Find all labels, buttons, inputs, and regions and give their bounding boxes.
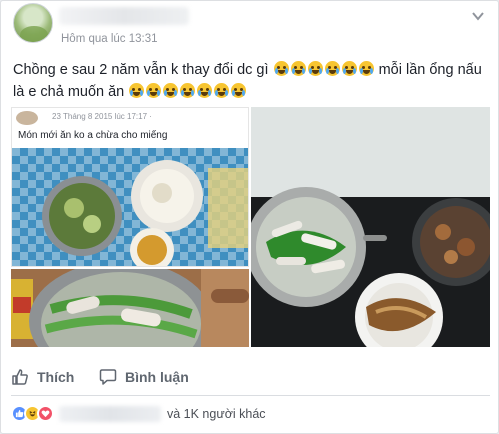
- crying-face-icon: [341, 61, 357, 76]
- crying-face-icon: [324, 61, 340, 76]
- post-text: Chồng e sau 2 năm vẫn k thay đổi dc gì m…: [13, 59, 483, 103]
- post-text-line1-suffix: mỗi lần ổng nấu: [378, 62, 482, 78]
- post-text-line1: Chồng e sau 2 năm vẫn k thay đổi dc gì: [13, 62, 269, 78]
- crying-face-icon: [197, 83, 213, 98]
- divider: [11, 395, 490, 396]
- thumbs-up-icon: [12, 369, 28, 385]
- food-photo-2: [251, 107, 490, 347]
- crying-face-icon: [290, 61, 306, 76]
- photo-pot-closeup[interactable]: [11, 269, 249, 347]
- post-text-line2: là e chả muốn ăn: [13, 84, 125, 100]
- post-timestamp[interactable]: Hôm qua lúc 13:31: [61, 33, 158, 45]
- reactions-summary[interactable]: và 1K người khác: [11, 403, 490, 425]
- avatar: [16, 111, 38, 125]
- photo-stove-cooking[interactable]: [251, 107, 490, 347]
- food-photo-3: [11, 269, 249, 347]
- avatar[interactable]: [13, 3, 53, 43]
- embedded-post-date: 23 Tháng 8 2015 lúc 17:17 ·: [52, 112, 152, 121]
- post-header: Hôm qua lúc 13:31: [11, 3, 490, 47]
- reaction-others-count[interactable]: và 1K người khác: [167, 407, 266, 421]
- crying-face-icon: [129, 83, 145, 98]
- food-photo-1: [12, 148, 248, 266]
- post-card: Hôm qua lúc 13:31 Chồng e sau 2 năm vẫn …: [0, 0, 499, 434]
- crying-face-icon: [273, 61, 289, 76]
- photo-grid: 23 Tháng 8 2015 lúc 17:17 · Món mới ăn k…: [11, 107, 490, 347]
- chevron-down-icon[interactable]: [470, 9, 486, 25]
- author-name-blurred[interactable]: [59, 7, 189, 25]
- reactor-names-blurred[interactable]: [59, 406, 161, 422]
- like-label: Thích: [37, 369, 75, 385]
- crying-face-icon: [214, 83, 230, 98]
- love-reaction-icon: [37, 405, 54, 422]
- crying-face-icon: [146, 83, 162, 98]
- embedded-post-header: 23 Tháng 8 2015 lúc 17:17 · Món mới ăn k…: [12, 108, 248, 148]
- like-button[interactable]: Thích: [11, 363, 74, 391]
- post-actions: Thích Bình luận: [11, 363, 490, 391]
- crying-face-icon: [180, 83, 196, 98]
- comment-label: Bình luận: [125, 369, 189, 385]
- crying-face-icon: [231, 83, 247, 98]
- comment-button[interactable]: Bình luận: [99, 363, 189, 391]
- photo-old-post-screenshot[interactable]: 23 Tháng 8 2015 lúc 17:17 · Món mới ăn k…: [11, 107, 249, 267]
- crying-face-icon: [163, 83, 179, 98]
- crying-face-icon: [358, 61, 374, 76]
- crying-face-icon: [307, 61, 323, 76]
- comment-icon: [99, 369, 117, 385]
- embedded-post-caption: Món mới ăn ko a chừa cho miếng: [18, 130, 168, 141]
